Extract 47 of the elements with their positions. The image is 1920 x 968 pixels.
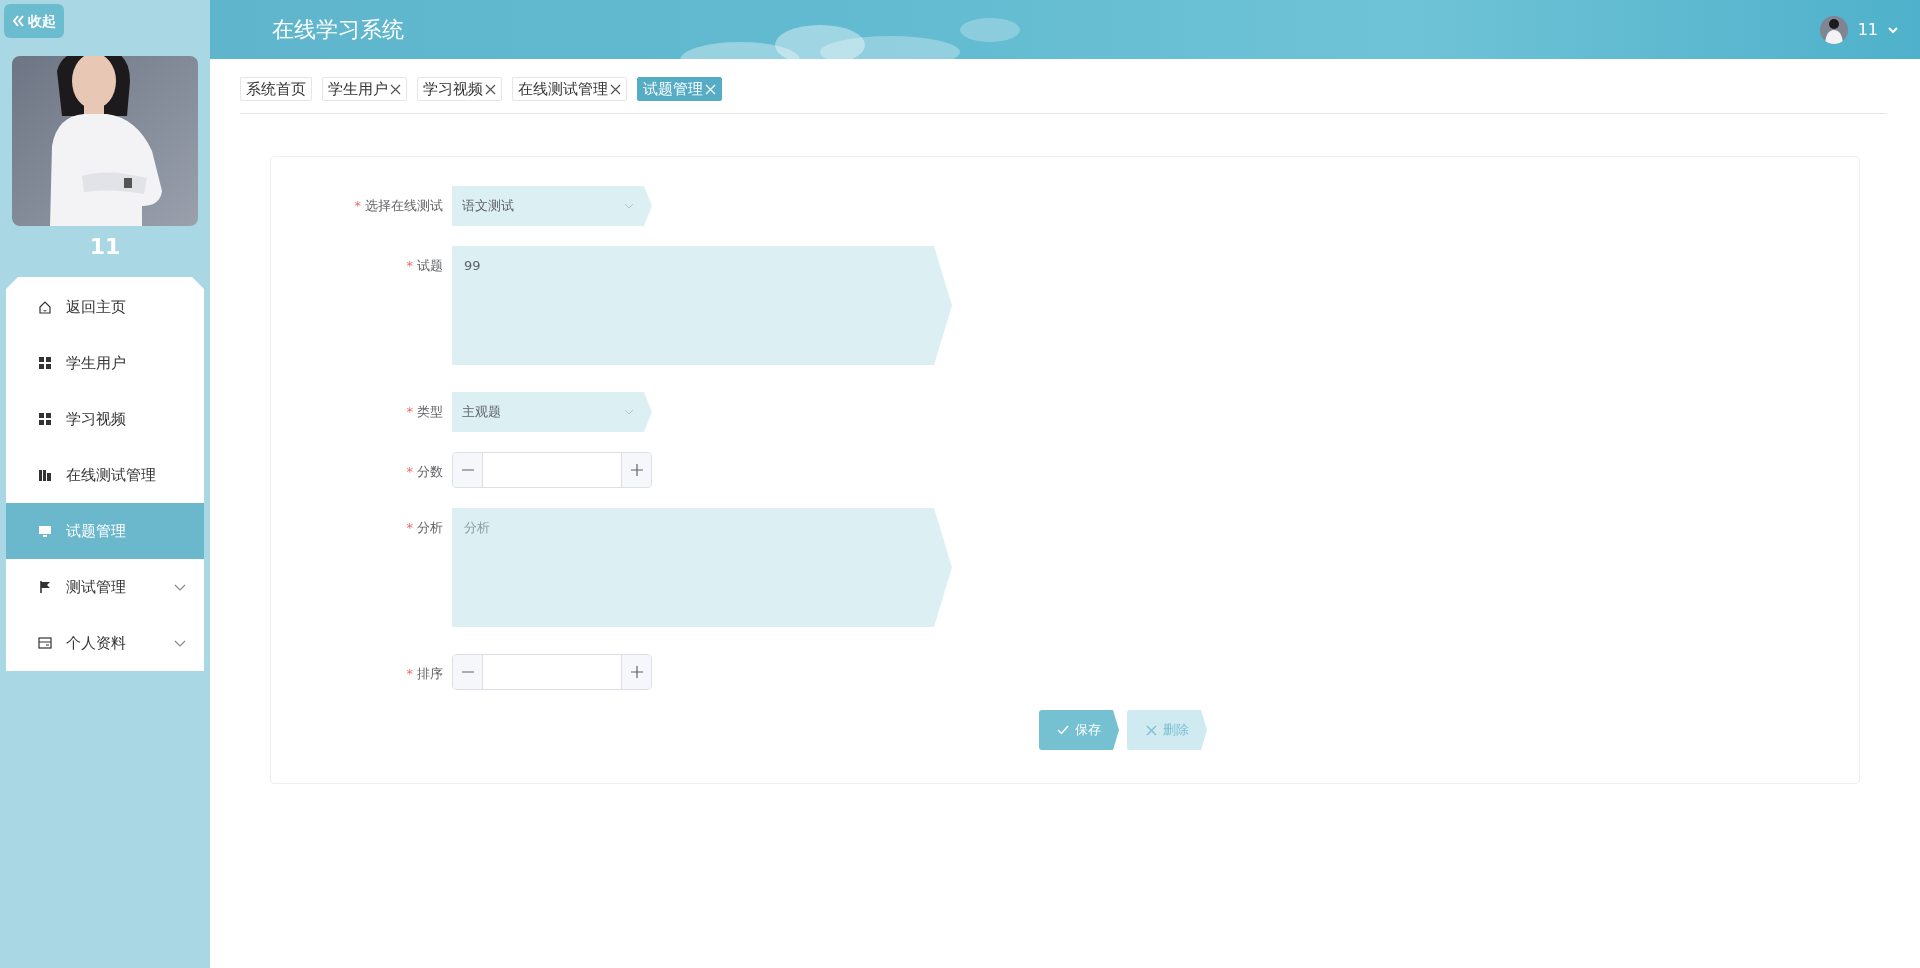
field-label: * 选择在线测试 bbox=[353, 197, 443, 215]
chevron-down-icon[interactable] bbox=[174, 639, 186, 647]
plus-icon bbox=[630, 666, 643, 678]
select-field[interactable]: 语文测试 bbox=[452, 186, 652, 226]
close-icon[interactable] bbox=[610, 83, 621, 95]
menu-item[interactable]: 学生用户 bbox=[6, 335, 204, 391]
chevron-down-icon[interactable] bbox=[624, 409, 634, 415]
number-field[interactable] bbox=[452, 452, 652, 488]
plus-icon bbox=[630, 464, 643, 476]
field-label: * 分析 bbox=[405, 519, 443, 537]
menu-item[interactable]: 返回主页 bbox=[6, 279, 204, 335]
tab[interactable]: 学习视频 bbox=[417, 77, 502, 101]
chevron-down-icon[interactable] bbox=[624, 203, 634, 209]
text-area[interactable]: 分析 bbox=[452, 508, 952, 627]
flag-icon bbox=[38, 580, 52, 594]
wallet-icon bbox=[38, 636, 52, 650]
menu-item[interactable]: 个人资料 bbox=[6, 615, 204, 671]
close-icon[interactable] bbox=[485, 83, 496, 95]
menu-item[interactable]: 测试管理 bbox=[6, 559, 204, 615]
field-label: * 分数 bbox=[405, 463, 443, 481]
select-field[interactable]: 主观题 bbox=[452, 392, 652, 432]
decrement-button[interactable] bbox=[453, 655, 483, 689]
double-chevron-left-icon bbox=[12, 14, 25, 28]
app-title: 在线学习系统 bbox=[272, 16, 404, 44]
field-label: * 类型 bbox=[405, 403, 443, 421]
grid-icon bbox=[38, 356, 52, 370]
text-area[interactable]: 99 bbox=[452, 246, 952, 365]
decrement-button[interactable] bbox=[453, 453, 483, 487]
number-field[interactable] bbox=[452, 654, 652, 690]
tab[interactable]: 学生用户 bbox=[322, 77, 407, 101]
increment-button[interactable] bbox=[621, 453, 651, 487]
close-icon bbox=[1145, 724, 1157, 736]
chevron-down-icon[interactable] bbox=[174, 583, 186, 591]
field-label: * 试题 bbox=[405, 257, 443, 275]
books-icon bbox=[38, 468, 52, 482]
tab[interactable]: 在线测试管理 bbox=[512, 77, 627, 101]
menu-item[interactable]: 在线测试管理 bbox=[6, 447, 204, 503]
tab[interactable]: 系统首页 bbox=[240, 77, 312, 101]
home-icon bbox=[38, 300, 52, 314]
field-label: * 排序 bbox=[405, 665, 443, 683]
user-name: 11 bbox=[88, 233, 122, 261]
increment-button[interactable] bbox=[621, 655, 651, 689]
close-icon[interactable] bbox=[390, 83, 401, 95]
monitor-icon bbox=[38, 524, 52, 538]
menu-item[interactable]: 学习视频 bbox=[6, 391, 204, 447]
grid-icon bbox=[38, 412, 52, 426]
check-icon bbox=[1057, 724, 1069, 736]
